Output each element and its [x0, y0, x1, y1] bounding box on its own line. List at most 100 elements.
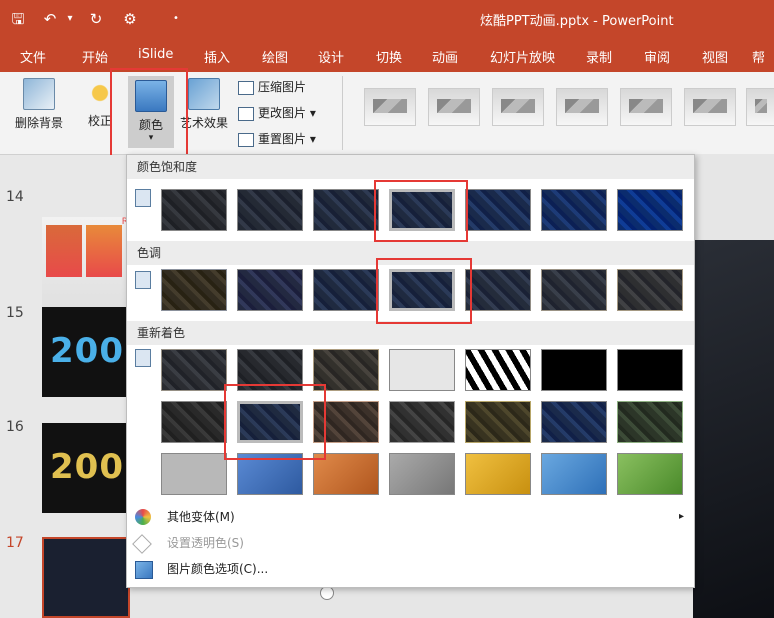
recolor-swatch[interactable]	[237, 453, 303, 495]
set-transparent-item[interactable]: 设置透明色(S)	[127, 531, 694, 555]
saturation-swatch[interactable]	[313, 189, 379, 231]
ribbon: 删除背景 校正 颜色 ▾ 艺术效果 压缩图片 更改图片 ▾ 重置图片 ▾	[0, 72, 774, 155]
tab-file[interactable]: 文件	[20, 47, 46, 66]
picture-style-thumb[interactable]	[428, 88, 480, 126]
saturation-swatch[interactable]	[465, 189, 531, 231]
recolor-swatch[interactable]	[161, 453, 227, 495]
tone-swatch-selected[interactable]	[389, 269, 455, 311]
picture-style-thumb[interactable]	[556, 88, 608, 126]
chevron-down-icon: ▾	[148, 133, 154, 143]
color-button[interactable]: 颜色 ▾	[128, 76, 174, 148]
saturation-swatch[interactable]	[161, 189, 227, 231]
picture-style-thumb[interactable]	[684, 88, 736, 126]
saturation-swatch[interactable]	[617, 189, 683, 231]
recolor-swatch[interactable]	[161, 349, 227, 391]
recolor-header: 重新着色	[127, 321, 694, 345]
tone-swatch[interactable]	[465, 269, 531, 311]
tab-draw[interactable]: 绘图	[262, 47, 288, 66]
change-picture-icon	[238, 106, 254, 121]
slide-thumbnail-16[interactable]: 200	[42, 423, 130, 513]
tab-insert[interactable]: 插入	[204, 47, 230, 66]
slides-pane: 14 R 15 200 16 200 17	[0, 155, 130, 618]
recolor-swatch[interactable]	[313, 401, 379, 443]
slide-title-text: 200	[50, 331, 124, 371]
slide-number-active: 17	[6, 535, 24, 551]
reset-picture-button[interactable]: 重置图片 ▾	[238, 130, 316, 147]
undo-icon[interactable]: ↶	[40, 9, 60, 29]
recolor-swatch[interactable]	[617, 401, 683, 443]
tone-swatch[interactable]	[313, 269, 379, 311]
picture-style-thumb[interactable]	[620, 88, 672, 126]
saturation-icon	[135, 189, 151, 207]
tab-animations[interactable]: 动画	[432, 47, 458, 66]
more-variations-item[interactable]: 其他变体(M) ▸	[127, 505, 694, 529]
picture-style-thumb[interactable]	[364, 88, 416, 126]
sun-icon	[85, 78, 115, 108]
recolor-swatch[interactable]	[541, 453, 607, 495]
picture-style-thumb[interactable]	[746, 88, 774, 126]
picture-color-icon	[135, 80, 167, 112]
compress-pictures-button[interactable]: 压缩图片	[238, 78, 306, 95]
slide-thumbnail-17[interactable]	[42, 537, 130, 618]
tab-review[interactable]: 审阅	[644, 47, 670, 66]
customize-icon[interactable]: ⚙	[120, 9, 140, 29]
tab-home[interactable]: 开始	[82, 47, 108, 66]
recolor-swatch[interactable]	[313, 453, 379, 495]
saturation-swatch[interactable]	[237, 189, 303, 231]
recolor-swatch[interactable]	[541, 401, 607, 443]
tab-record[interactable]: 录制	[586, 47, 612, 66]
tab-view[interactable]: 视图	[702, 47, 728, 66]
canvas-margin	[693, 154, 774, 240]
tone-swatch[interactable]	[237, 269, 303, 311]
slide-thumbnail-15[interactable]: 200	[42, 307, 130, 397]
artistic-effects-button[interactable]: 艺术效果	[176, 78, 232, 131]
recolor-swatch-selected[interactable]	[237, 401, 303, 443]
picture-color-options-item[interactable]: 图片颜色选项(C)...	[127, 557, 694, 581]
corrections-label: 校正	[87, 114, 112, 128]
tone-swatch[interactable]	[617, 269, 683, 311]
redo-icon[interactable]: ↻	[86, 9, 106, 29]
recolor-swatch[interactable]	[389, 453, 455, 495]
slide-canvas[interactable]	[693, 240, 774, 618]
recolor-swatch[interactable]	[465, 453, 531, 495]
recolor-swatch[interactable]	[465, 349, 531, 391]
recolor-swatch[interactable]	[465, 401, 531, 443]
slide-number: 14	[6, 189, 24, 205]
artistic-effects-icon	[188, 78, 220, 110]
recolor-swatch[interactable]	[161, 401, 227, 443]
tone-swatch[interactable]	[161, 269, 227, 311]
save-icon[interactable]: 🖫	[8, 9, 28, 29]
saturation-swatch[interactable]	[541, 189, 607, 231]
saturation-swatch-selected[interactable]	[389, 189, 455, 231]
undo-dropdown-icon[interactable]: ▾	[60, 9, 80, 29]
tab-transitions[interactable]: 切换	[376, 47, 402, 66]
slide-image	[86, 225, 122, 277]
saturation-header: 颜色饱和度	[127, 155, 694, 179]
change-picture-button[interactable]: 更改图片 ▾	[238, 104, 316, 121]
more-variations-label: 其他变体(M)	[167, 510, 235, 524]
recolor-swatch[interactable]	[541, 349, 607, 391]
tone-swatch[interactable]	[541, 269, 607, 311]
slide-number: 15	[6, 305, 24, 321]
picture-style-thumb[interactable]	[492, 88, 544, 126]
recolor-swatch[interactable]	[237, 349, 303, 391]
recolor-swatch[interactable]	[313, 349, 379, 391]
picture-options-icon	[135, 561, 153, 579]
recolor-swatch[interactable]	[617, 453, 683, 495]
tab-slideshow[interactable]: 幻灯片放映	[490, 47, 555, 66]
recolor-swatch[interactable]	[389, 349, 455, 391]
tab-design[interactable]: 设计	[318, 47, 344, 66]
picture-color-options-label: 图片颜色选项(C)...	[167, 562, 269, 576]
compress-label: 压缩图片	[258, 80, 307, 94]
recolor-swatch[interactable]	[617, 349, 683, 391]
tab-islide[interactable]: iSlide	[138, 47, 173, 62]
tab-help[interactable]: 帮	[752, 47, 765, 66]
corrections-button[interactable]: 校正	[80, 78, 120, 129]
remove-background-label: 删除背景	[14, 116, 63, 130]
recolor-swatch[interactable]	[389, 401, 455, 443]
resize-handle[interactable]	[320, 586, 334, 600]
slide-thumbnail-14[interactable]: R	[42, 217, 130, 307]
more-commands-icon[interactable]: •	[166, 9, 186, 29]
compress-icon	[238, 80, 254, 95]
remove-background-button[interactable]: 删除背景	[6, 78, 72, 131]
